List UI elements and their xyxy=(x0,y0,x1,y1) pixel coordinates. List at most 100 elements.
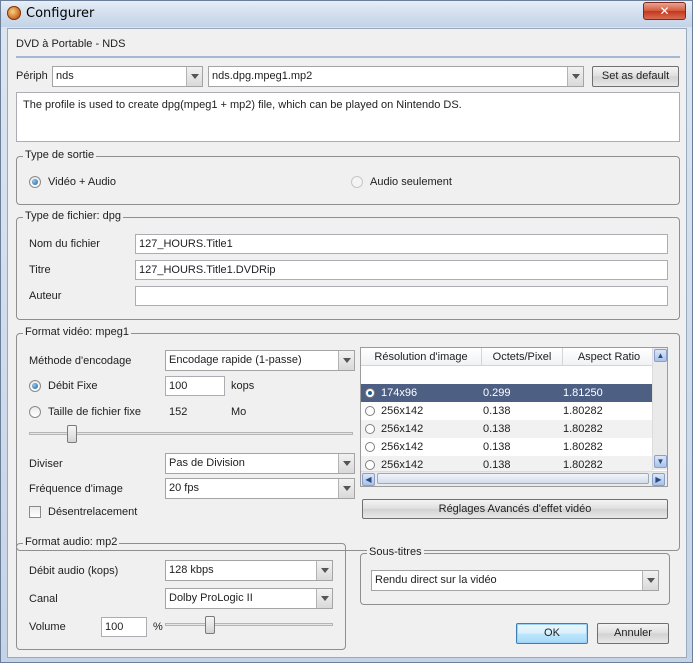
volume-slider-track[interactable] xyxy=(165,623,333,626)
scroll-thumb[interactable] xyxy=(377,473,649,484)
audio-bitrate-label: Débit audio (kops) xyxy=(29,565,119,577)
fixed-size-label[interactable]: Taille de fichier fixe xyxy=(48,406,141,418)
column-header-resolution[interactable]: Résolution d'image xyxy=(361,351,481,363)
table-row[interactable]: 256x142 0.138 1.80282 xyxy=(361,402,653,420)
author-field[interactable] xyxy=(135,286,668,306)
column-header-aspect-ratio[interactable]: Aspect Ratio xyxy=(563,351,655,363)
row-radio[interactable] xyxy=(365,406,375,416)
encoding-method-label: Méthode d'encodage xyxy=(29,355,132,367)
fps-label: Fréquence d'image xyxy=(29,483,123,495)
table-vertical-scrollbar[interactable]: ▲ ▼ xyxy=(652,348,667,470)
close-button[interactable]: ✕ xyxy=(643,2,686,20)
resolution-table: Résolution d'image Octets/Pixel Aspect R… xyxy=(360,347,668,487)
resolution-cell: 256x142 xyxy=(381,441,424,453)
chevron-down-icon[interactable] xyxy=(567,67,583,86)
file-type-legend: Type de fichier: dpg xyxy=(23,210,124,222)
encoding-method-value: Encodage rapide (1-passe) xyxy=(169,354,302,366)
quality-slider-track[interactable] xyxy=(29,432,353,435)
audio-bitrate-value: 128 kbps xyxy=(169,564,214,576)
profile-select[interactable]: nds.dpg.mpeg1.mp2 xyxy=(208,66,584,87)
volume-field[interactable]: 100 xyxy=(101,617,147,637)
filename-field[interactable]: 127_HOURS.Title1 xyxy=(135,234,668,254)
chevron-down-icon[interactable] xyxy=(642,571,658,590)
bpp-cell: 0.138 xyxy=(483,459,511,471)
encoding-method-select[interactable]: Encodage rapide (1-passe) xyxy=(165,350,355,371)
split-select[interactable]: Pas de Division xyxy=(165,453,355,474)
deinterlace-checkbox[interactable] xyxy=(29,506,41,518)
channel-label: Canal xyxy=(29,593,58,605)
resolution-cell: 174x96 xyxy=(381,387,418,399)
audio-only-label[interactable]: Audio seulement xyxy=(370,176,452,188)
aspect-ratio-cell: 1.80282 xyxy=(563,441,603,453)
advanced-video-effects-button[interactable]: Réglages Avancés d'effet vidéo xyxy=(362,499,668,519)
ok-button[interactable]: OK xyxy=(516,623,588,644)
audio-bitrate-select[interactable]: 128 kbps xyxy=(165,560,333,581)
bpp-cell: 0.138 xyxy=(483,441,511,453)
bpp-cell: 0.299 xyxy=(483,387,511,399)
subtitles-select[interactable]: Rendu direct sur la vidéo xyxy=(371,570,659,591)
resolution-cell: 256x142 xyxy=(381,423,424,435)
audio-only-radio[interactable] xyxy=(351,176,363,188)
scroll-left-icon[interactable]: ◀ xyxy=(362,473,375,486)
app-icon xyxy=(7,6,21,20)
chevron-down-icon[interactable] xyxy=(316,561,332,580)
size-unit: Mo xyxy=(231,406,247,418)
video-audio-radio[interactable] xyxy=(29,176,41,188)
video-format-legend: Format vidéo: mpeg1 xyxy=(23,326,131,338)
chevron-down-icon[interactable] xyxy=(338,454,354,473)
scroll-right-icon[interactable]: ▶ xyxy=(652,473,665,486)
scroll-up-icon[interactable]: ▲ xyxy=(654,349,667,362)
volume-label: Volume xyxy=(29,621,66,633)
device-select[interactable]: nds xyxy=(52,66,203,87)
table-horizontal-scrollbar[interactable]: ◀ ▶ xyxy=(361,471,667,486)
row-radio[interactable] xyxy=(365,442,375,452)
cancel-button[interactable]: Annuler xyxy=(597,623,669,644)
filename-label: Nom du fichier xyxy=(29,238,100,250)
title-field[interactable]: 127_HOURS.Title1.DVDRip xyxy=(135,260,668,280)
output-type-group: Type de sortie Vidéo + Audio Audio seule… xyxy=(16,149,680,205)
fps-select[interactable]: 20 fps xyxy=(165,478,355,499)
dialog-client-area: DVD à Portable - NDS Périph nds nds.dpg.… xyxy=(7,28,687,658)
profile-description-text: The profile is used to create dpg(mpeg1 … xyxy=(23,99,462,111)
volume-slider-thumb[interactable] xyxy=(204,616,215,634)
chevron-down-icon[interactable] xyxy=(338,351,354,370)
fixed-bitrate-field[interactable]: 100 xyxy=(165,376,225,396)
row-radio[interactable] xyxy=(365,424,375,434)
resolution-cell: 256x142 xyxy=(381,459,424,471)
subtitles-value: Rendu direct sur la vidéo xyxy=(375,574,497,586)
table-row[interactable]: 174x96 0.299 1.81250 xyxy=(361,384,653,402)
deinterlace-label[interactable]: Désentrelacement xyxy=(48,506,137,518)
chevron-down-icon[interactable] xyxy=(316,589,332,608)
chevron-down-icon[interactable] xyxy=(338,479,354,498)
set-as-default-button[interactable]: Set as default xyxy=(592,66,679,87)
aspect-ratio-cell: 1.80282 xyxy=(563,459,603,471)
column-header-bpp[interactable]: Octets/Pixel xyxy=(482,351,562,363)
row-radio[interactable] xyxy=(365,460,375,470)
quality-slider-thumb[interactable] xyxy=(66,425,77,443)
fixed-bitrate-radio[interactable] xyxy=(29,380,41,392)
configurer-window: Configurer ✕ DVD à Portable - NDS Périph… xyxy=(0,0,693,663)
channel-value: Dolby ProLogic II xyxy=(169,592,253,604)
channel-select[interactable]: Dolby ProLogic II xyxy=(165,588,333,609)
fixed-size-value: 152 xyxy=(169,406,188,418)
profile-name: DVD à Portable - NDS xyxy=(16,38,126,50)
filename-value: 127_HOURS.Title1 xyxy=(139,238,233,250)
table-row[interactable]: 256x142 0.138 1.80282 xyxy=(361,420,653,438)
profile-description: The profile is used to create dpg(mpeg1 … xyxy=(16,92,680,142)
author-label: Auteur xyxy=(29,290,62,302)
audio-format-legend: Format audio: mp2 xyxy=(23,536,120,548)
fixed-size-radio[interactable] xyxy=(29,406,41,418)
device-value: nds xyxy=(56,70,74,82)
chevron-down-icon[interactable] xyxy=(186,67,202,86)
video-audio-label[interactable]: Vidéo + Audio xyxy=(48,176,116,188)
title-bar[interactable]: Configurer ✕ xyxy=(1,1,692,27)
fixed-bitrate-label[interactable]: Débit Fixe xyxy=(48,380,98,392)
scroll-down-icon[interactable]: ▼ xyxy=(654,455,667,468)
output-type-legend: Type de sortie xyxy=(23,149,97,161)
fixed-size-field[interactable]: 152 xyxy=(165,402,225,422)
row-radio[interactable] xyxy=(365,388,375,398)
periph-label: Périph xyxy=(16,70,48,82)
table-row[interactable]: 256x142 0.138 1.80282 xyxy=(361,438,653,456)
split-label: Diviser xyxy=(29,458,63,470)
window-title: Configurer xyxy=(26,6,95,21)
